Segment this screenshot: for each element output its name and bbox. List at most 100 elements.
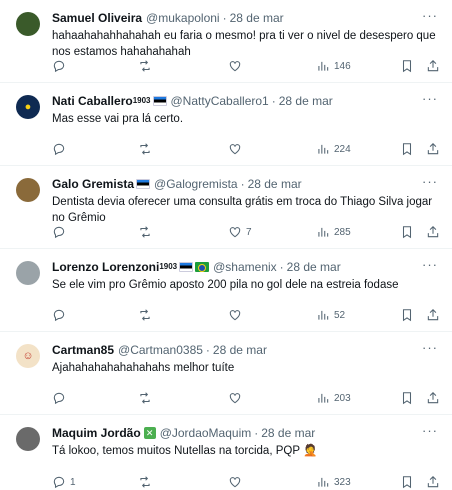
reply-button[interactable] — [52, 59, 70, 73]
tweet-actions: 52 — [52, 307, 440, 323]
avatar[interactable] — [16, 261, 40, 285]
bookmark-button[interactable] — [400, 475, 414, 489]
avatar[interactable] — [16, 178, 40, 202]
timestamp[interactable]: 28 de mar — [261, 425, 315, 441]
replies-feed: Samuel Oliveira @mukapoloni · 28 de mar … — [0, 0, 452, 490]
bookmark-button[interactable] — [400, 142, 414, 156]
reply-button[interactable] — [52, 142, 70, 156]
reply-button[interactable] — [52, 308, 70, 322]
more-icon[interactable]: ··· — [422, 91, 438, 106]
author-name[interactable]: Galo Gremista — [52, 176, 134, 192]
tweet-text: Ajahahahahahahahahs melhor tuíte — [52, 362, 235, 374]
timestamp[interactable]: 28 de mar — [279, 93, 333, 109]
bookmark-icon — [402, 392, 412, 405]
tweet-text: Dentista devia oferecer uma consulta grá… — [52, 196, 433, 224]
views-button[interactable]: 323 — [316, 475, 351, 489]
more-icon[interactable]: ··· — [422, 8, 438, 23]
bookmark-button[interactable] — [400, 225, 414, 239]
reply-icon — [53, 60, 65, 73]
more-icon[interactable]: ··· — [422, 174, 438, 189]
tweet[interactable]: Lorenzo Lorenzoni 1903 @shamenix · 28 de … — [0, 249, 452, 332]
more-icon[interactable]: ··· — [422, 340, 438, 355]
views-button[interactable]: 203 — [316, 391, 351, 405]
timestamp[interactable]: 28 de mar — [248, 176, 302, 192]
retweet-button[interactable] — [138, 391, 152, 405]
retweet-button[interactable] — [138, 308, 152, 322]
avatar[interactable] — [16, 427, 40, 451]
reply-button[interactable] — [52, 391, 70, 405]
separator-dot: · — [279, 260, 284, 274]
author-handle[interactable]: @mukapoloni — [146, 10, 220, 26]
author-handle[interactable]: @JordaoMaquim — [160, 425, 252, 441]
views-icon — [318, 61, 329, 71]
more-icon[interactable]: ··· — [422, 257, 438, 272]
share-button[interactable] — [426, 142, 440, 156]
like-icon — [229, 477, 241, 488]
views-button[interactable]: 52 — [316, 308, 345, 322]
retweet-button[interactable] — [138, 475, 152, 489]
reply-button[interactable]: 1 — [52, 475, 76, 489]
more-icon[interactable]: ··· — [422, 423, 438, 438]
tweet-header: Nati Caballero 1903 @NattyCaballero1 · 28… — [52, 93, 440, 109]
bookmark-button[interactable] — [400, 59, 414, 73]
share-button[interactable] — [426, 59, 440, 73]
like-icon — [229, 227, 241, 238]
like-button[interactable] — [228, 59, 246, 73]
share-icon — [427, 60, 439, 72]
reply-icon — [53, 309, 65, 322]
tweet-header: Cartman85 @Cartman0385 · 28 de mar — [52, 342, 440, 358]
avatar[interactable]: ● — [16, 95, 40, 119]
reply-icon — [53, 392, 65, 405]
share-button[interactable] — [426, 475, 440, 489]
like-button[interactable] — [228, 391, 246, 405]
tweet[interactable]: Maquim Jordão ✕ @JordaoMaquim · 28 de ma… — [0, 415, 452, 490]
timestamp[interactable]: 28 de mar — [213, 342, 267, 358]
views-button[interactable]: 224 — [316, 142, 351, 156]
author-name[interactable]: Cartman85 — [52, 342, 114, 358]
share-icon — [427, 309, 439, 321]
like-button[interactable] — [228, 142, 246, 156]
reply-button[interactable] — [52, 225, 70, 239]
timestamp[interactable]: 28 de mar — [287, 259, 341, 275]
tweet[interactable]: Samuel Oliveira @mukapoloni · 28 de mar … — [0, 0, 452, 83]
like-button[interactable] — [228, 308, 246, 322]
views-count: 52 — [334, 309, 346, 321]
retweet-icon — [140, 476, 150, 488]
tweet[interactable]: ● Nati Caballero 1903 @NattyCaballero1 · … — [0, 83, 452, 166]
author-name[interactable]: Samuel Oliveira — [52, 10, 142, 26]
author-handle[interactable]: @shamenix — [213, 259, 277, 275]
views-icon — [318, 144, 329, 154]
avatar[interactable] — [16, 12, 40, 36]
author-handle[interactable]: @Cartman0385 — [118, 342, 203, 358]
like-icon — [229, 310, 241, 321]
like-button[interactable] — [228, 475, 246, 489]
green-check-icon: ✕ — [143, 427, 156, 439]
tweet[interactable]: Galo Gremista @Galogremista · 28 de mar … — [0, 166, 452, 249]
tweet-header: Lorenzo Lorenzoni 1903 @shamenix · 28 de … — [52, 259, 440, 275]
share-icon — [427, 392, 439, 404]
author-handle[interactable]: @Galogremista — [154, 176, 238, 192]
timestamp[interactable]: 28 de mar — [230, 10, 284, 26]
like-button[interactable]: 7 — [228, 225, 252, 239]
retweet-button[interactable] — [138, 59, 152, 73]
bookmark-button[interactable] — [400, 391, 414, 405]
bookmark-icon — [402, 60, 412, 73]
like-count: 7 — [246, 226, 252, 238]
tweet[interactable]: ☺ Cartman85 @Cartman0385 · 28 de mar Aja… — [0, 332, 452, 415]
avatar[interactable]: ☺ — [16, 344, 40, 368]
author-name[interactable]: Maquim Jordão — [52, 425, 141, 441]
views-button[interactable]: 285 — [316, 225, 351, 239]
retweet-button[interactable] — [138, 142, 152, 156]
author-name[interactable]: Nati Caballero — [52, 93, 133, 109]
share-button[interactable] — [426, 308, 440, 322]
bookmark-button[interactable] — [400, 308, 414, 322]
author-handle[interactable]: @NattyCaballero1 — [171, 93, 269, 109]
retweet-button[interactable] — [138, 225, 152, 239]
views-icon — [318, 310, 329, 320]
views-button[interactable]: 146 — [316, 59, 351, 73]
share-button[interactable] — [426, 225, 440, 239]
share-button[interactable] — [426, 391, 440, 405]
tweet-actions: 146 — [52, 58, 440, 74]
author-name[interactable]: Lorenzo Lorenzoni — [52, 259, 159, 275]
retweet-icon — [140, 392, 150, 404]
